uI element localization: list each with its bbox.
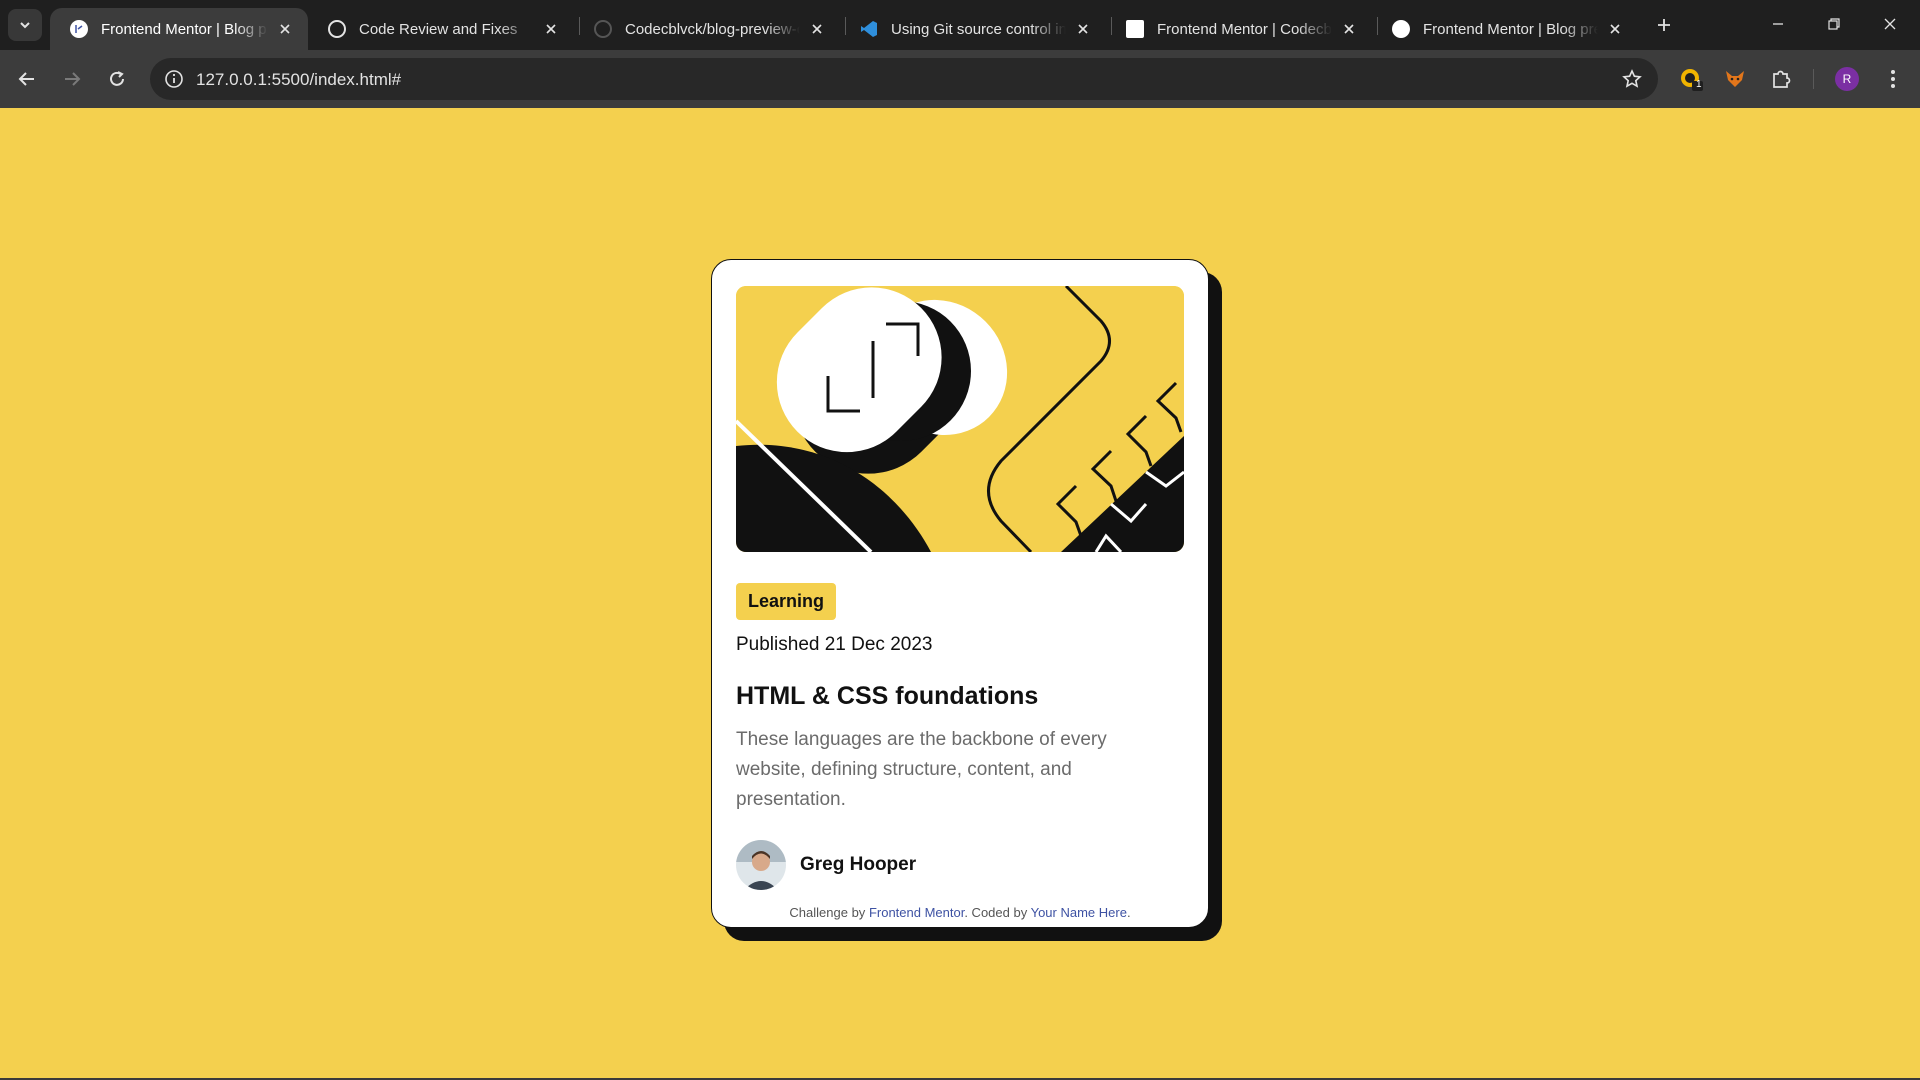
abstract-illustration-image: [736, 286, 1184, 552]
author-credit-link[interactable]: Your Name Here: [1031, 905, 1127, 920]
fox-extension-button[interactable]: [1720, 64, 1750, 94]
author-block: Greg Hooper: [736, 840, 916, 890]
github-favicon-icon: [594, 20, 612, 38]
puzzle-icon: [1773, 70, 1791, 88]
address-bar[interactable]: 127.0.0.1:5500/index.html#: [150, 58, 1658, 100]
arrow-right-icon: [65, 72, 81, 86]
attribution-prefix: Challenge by: [789, 905, 866, 920]
browser-menu-button[interactable]: [1878, 64, 1908, 94]
tab-blog-preview-active[interactable]: Frontend Mentor | Blog preview card: [50, 8, 308, 50]
profile-button[interactable]: R: [1832, 64, 1862, 94]
card-description: These languages are the backbone of ever…: [736, 729, 1107, 810]
tab-code-review[interactable]: Code Review and Fixes: [308, 8, 574, 50]
category-badge: Learning: [736, 583, 837, 620]
close-icon: [1884, 18, 1896, 30]
new-tab-button[interactable]: [1652, 13, 1676, 37]
minimize-button[interactable]: [1760, 10, 1796, 38]
site-info-icon[interactable]: [162, 67, 186, 91]
browser-toolbar: 127.0.0.1:5500/index.html# 1 R: [0, 50, 1920, 108]
kebab-menu-icon: [1891, 70, 1895, 88]
published-date: Published 21 Dec 2023: [736, 634, 933, 655]
author-avatar: [736, 840, 786, 890]
reload-icon: [110, 71, 124, 86]
back-button[interactable]: [10, 62, 44, 96]
frontend-mentor-link[interactable]: Frontend Mentor: [869, 905, 964, 920]
chatgpt-favicon-icon: [328, 20, 346, 38]
close-tab-icon[interactable]: [1340, 20, 1358, 38]
tab-vscode-git[interactable]: Using Git source control in VS Code: [840, 8, 1106, 50]
restore-button[interactable]: [1816, 10, 1852, 38]
tab-search-button[interactable]: [8, 9, 42, 41]
tab-title: Frontend Mentor | Blog preview card: [101, 20, 268, 38]
close-tab-icon[interactable]: [1606, 20, 1624, 38]
extension-badge-button[interactable]: 1: [1676, 64, 1706, 94]
tab-strip: Frontend Mentor | Blog preview card Code…: [0, 0, 1920, 50]
tab-title: Frontend Mentor | Blog preview card: [1423, 20, 1598, 38]
forward-button[interactable]: [55, 62, 89, 96]
reload-button[interactable]: [100, 62, 134, 96]
minimize-icon: [1773, 23, 1783, 25]
blog-preview-card: Learning Published 21 Dec 2023 HTML & CS…: [711, 259, 1209, 928]
frontend-mentor-favicon-icon: [1126, 20, 1144, 38]
vscode-favicon-icon: [860, 20, 878, 38]
fox-icon: [1726, 71, 1744, 87]
tab-title: Frontend Mentor | Codecblvck: [1157, 20, 1332, 38]
author-name: Greg Hooper: [800, 854, 917, 875]
profile-avatar: R: [1835, 67, 1859, 91]
card-illustration: [736, 286, 1184, 552]
tab-blog-preview-2[interactable]: Frontend Mentor | Blog preview card: [1372, 8, 1638, 50]
restore-icon: [1828, 18, 1840, 30]
tab-title: Code Review and Fixes: [359, 20, 518, 38]
close-tab-icon[interactable]: [542, 20, 560, 38]
tab-github-repo[interactable]: Codecblvck/blog-preview-card: [574, 8, 840, 50]
close-tab-icon[interactable]: [276, 20, 294, 38]
tab-title: Using Git source control in VS Code: [891, 20, 1066, 38]
attribution-suffix: .: [1126, 905, 1131, 920]
plus-icon: [1658, 19, 1670, 31]
close-window-button[interactable]: [1872, 10, 1908, 38]
attribution-middle: . Coded by: [964, 905, 1028, 920]
close-tab-icon[interactable]: [808, 20, 826, 38]
toolbar-divider: [1813, 69, 1814, 89]
extensions-menu-button[interactable]: [1766, 64, 1796, 94]
chevron-down-icon: [20, 22, 30, 29]
bookmark-star-icon[interactable]: [1620, 67, 1644, 91]
card-title-link[interactable]: HTML & CSS foundations: [736, 682, 1038, 711]
tab-title: Codecblvck/blog-preview-card: [625, 20, 800, 38]
close-tab-icon[interactable]: [1074, 20, 1092, 38]
extension-badge-count: 1: [1696, 79, 1702, 90]
attribution: Challenge by Frontend Mentor. Coded by Y…: [712, 905, 1208, 920]
arrow-left-icon: [18, 72, 34, 86]
url-text[interactable]: 127.0.0.1:5500/index.html#: [196, 70, 401, 90]
frontend-mentor-favicon-icon: [1392, 20, 1410, 38]
tab-frontend-mentor-profile[interactable]: Frontend Mentor | Codecblvck: [1106, 8, 1372, 50]
frontend-mentor-favicon-icon: [70, 20, 88, 38]
